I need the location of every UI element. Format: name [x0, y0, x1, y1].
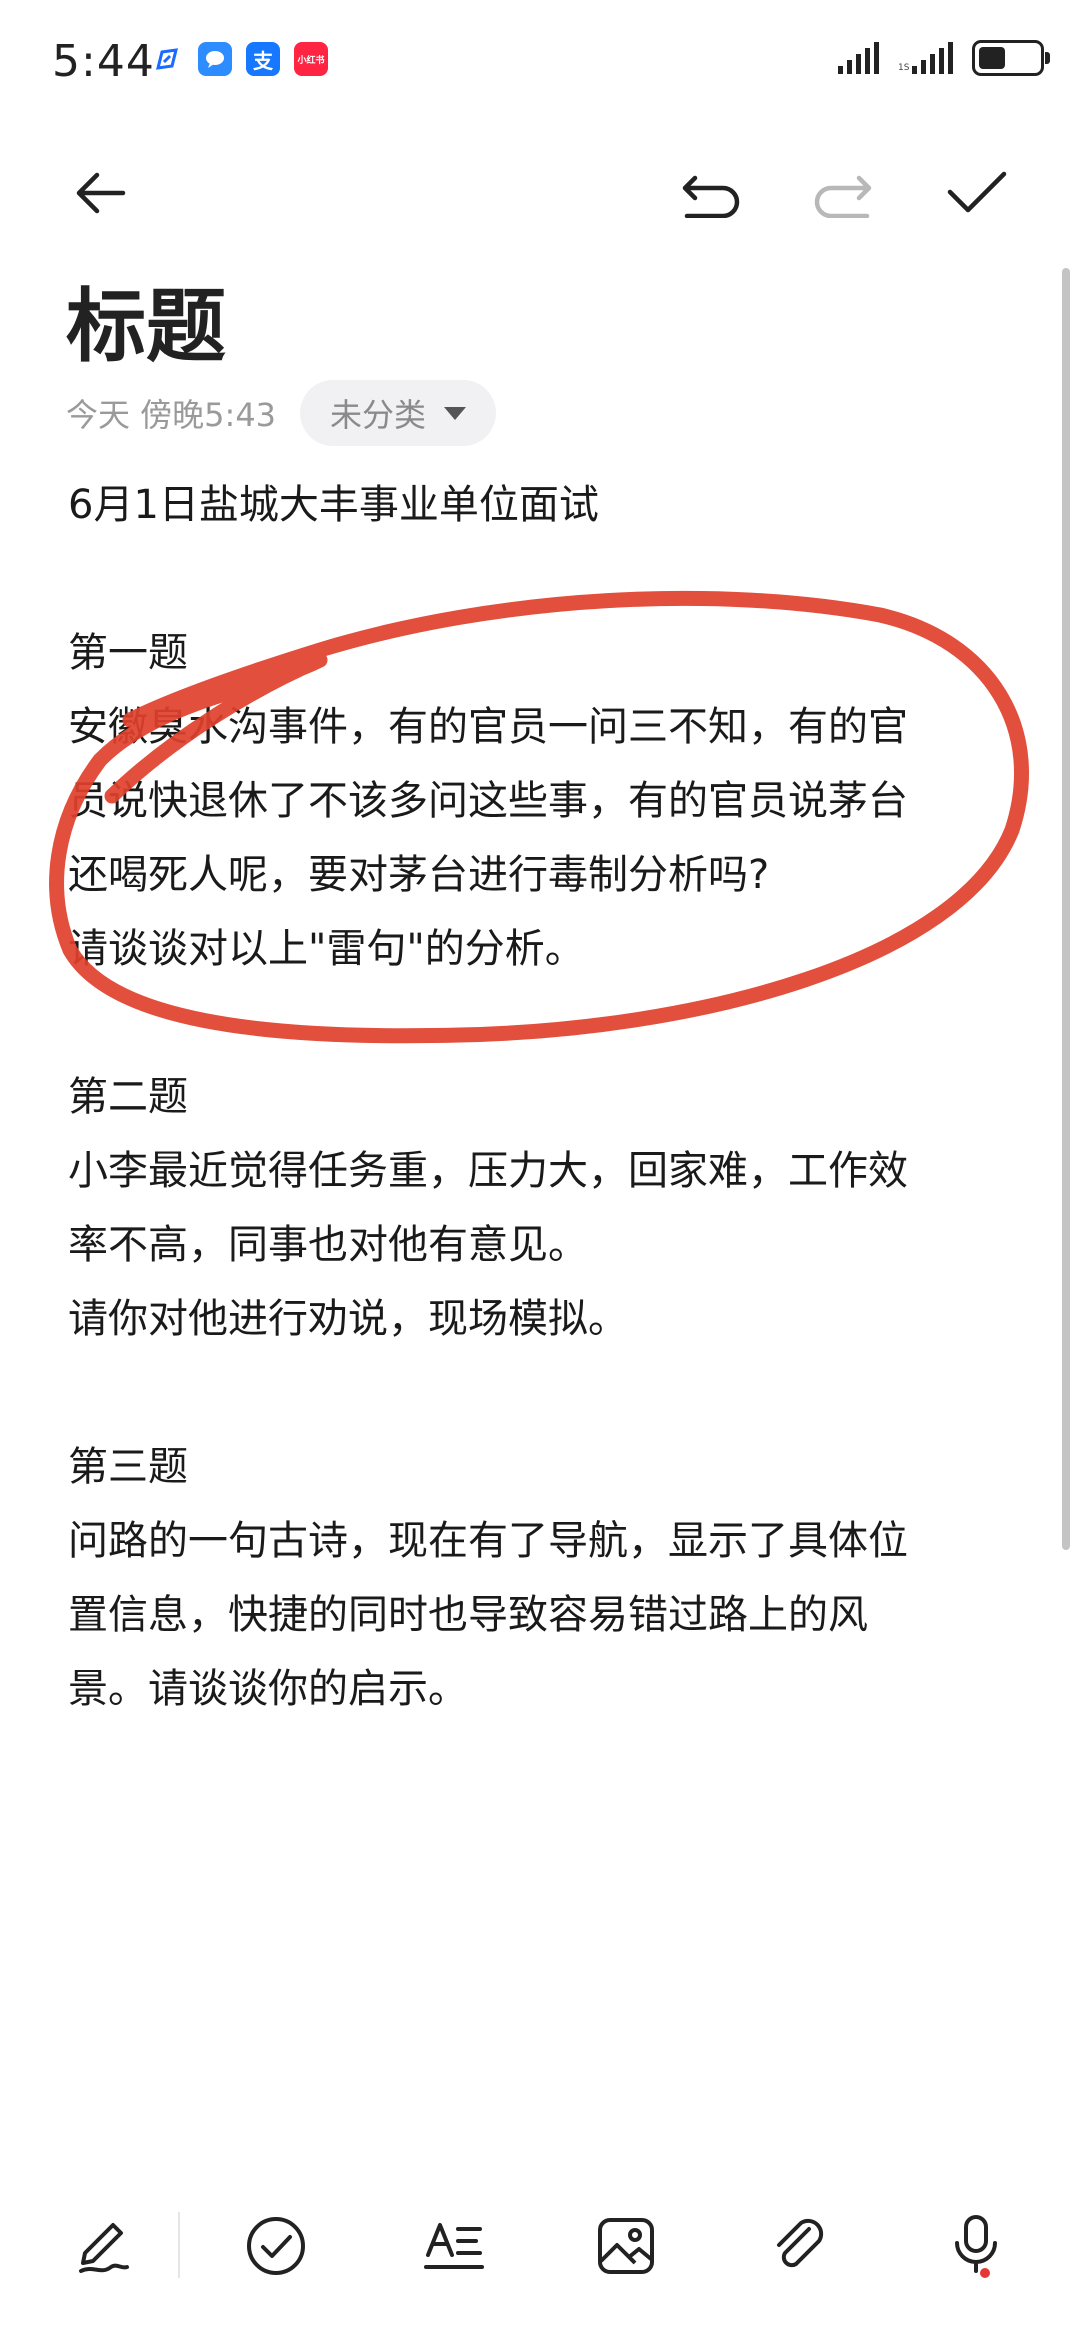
text-format-icon: [424, 2223, 484, 2269]
redo-button[interactable]: [808, 158, 878, 228]
checklist-button[interactable]: [226, 2196, 326, 2296]
checkmark-icon: [947, 171, 1007, 213]
note-line: 第一题: [68, 630, 188, 676]
pen-icon: [79, 2223, 129, 2273]
note-meta: 今天 傍晚5:43 未分类: [66, 380, 497, 446]
voice-input-button[interactable]: [926, 2196, 1026, 2296]
signal-secondary-icon: 1S: [898, 42, 953, 74]
pen-button[interactable]: [52, 2196, 152, 2296]
battery-level: [979, 47, 1006, 69]
undo-icon: [682, 175, 740, 218]
svg-text:1S: 1S: [898, 63, 910, 73]
back-arrow-icon: [76, 172, 126, 214]
note-line: 小李最近觉得任务重，压力大，回家难，工作效: [68, 1148, 908, 1194]
signal-icon: [838, 42, 879, 74]
redo-icon: [814, 175, 872, 218]
attachment-button[interactable]: [750, 2196, 850, 2296]
note-line: 置信息，快捷的同时也导致容易错过路上的风: [68, 1592, 868, 1638]
note-title[interactable]: 标题: [66, 262, 226, 378]
note-line: 安徽臭水沟事件，有的官员一问三不知，有的官: [68, 704, 908, 750]
status-indicators: 1S: [836, 40, 1050, 76]
status-bar: 5:44 支 小红书 1S: [0, 0, 1080, 130]
note-line: 问路的一句古诗，现在有了导航，显示了具体位: [68, 1518, 908, 1564]
note-line: 景。请谈谈你的启示。: [68, 1666, 468, 1712]
note-editor-screen: 5:44 支 小红书 1S 标题 今天 傍晚5:43 未分类 6月1日盐城大丰事…: [0, 0, 1080, 2331]
undo-button[interactable]: [676, 158, 746, 228]
category-dropdown[interactable]: 未分类: [300, 380, 497, 446]
dropdown-arrow-icon: [444, 406, 467, 420]
editor-toolbar: [0, 140, 1080, 240]
attachment-icon: [777, 2218, 824, 2268]
microphone-icon: [955, 2215, 997, 2278]
scrollbar[interactable]: [1062, 268, 1070, 1550]
xiaohongshu-icon: 小红书: [294, 42, 328, 76]
note-line: 第二题: [68, 1074, 188, 1120]
image-icon: [598, 2218, 654, 2274]
back-button[interactable]: [64, 158, 134, 228]
edit-app-icon: [150, 42, 184, 76]
category-label: 未分类: [330, 396, 427, 434]
text-format-button[interactable]: [404, 2196, 504, 2296]
alipay-icon: 支: [246, 42, 280, 76]
note-line: 6月1日盐城大丰事业单位面试: [68, 482, 599, 528]
note-body[interactable]: 6月1日盐城大丰事业单位面试 第一题安徽臭水沟事件，有的官员一问三不知，有的官 员说…: [68, 468, 1018, 1726]
notification-icons: 支 小红书: [150, 42, 328, 76]
note-line: [68, 542, 1018, 616]
message-app-icon: [198, 42, 232, 76]
save-button[interactable]: [942, 158, 1012, 228]
note-line: 还喝死人呢，要对茅台进行毒制分析吗?: [68, 852, 770, 898]
checklist-icon: [247, 2217, 305, 2275]
note-line: 员说快退休了不该多问这些事，有的官员说茅台: [68, 778, 908, 824]
status-time: 5:44: [52, 36, 155, 87]
note-line: [68, 1356, 1018, 1430]
note-line: 请你对他进行劝说，现场模拟。: [68, 1296, 628, 1342]
note-date: 今天 傍晚5:43: [66, 396, 277, 434]
note-line: 第三题: [68, 1444, 188, 1490]
insert-image-button[interactable]: [576, 2196, 676, 2296]
battery-icon: [972, 40, 1050, 76]
toolbar-divider: [178, 2212, 180, 2278]
note-line: 率不高，同事也对他有意见。: [68, 1222, 588, 1268]
note-line: 请谈谈对以上"雷句"的分析。: [68, 926, 585, 972]
bottom-toolbar: [0, 2190, 1080, 2310]
note-line: [68, 986, 1018, 1060]
